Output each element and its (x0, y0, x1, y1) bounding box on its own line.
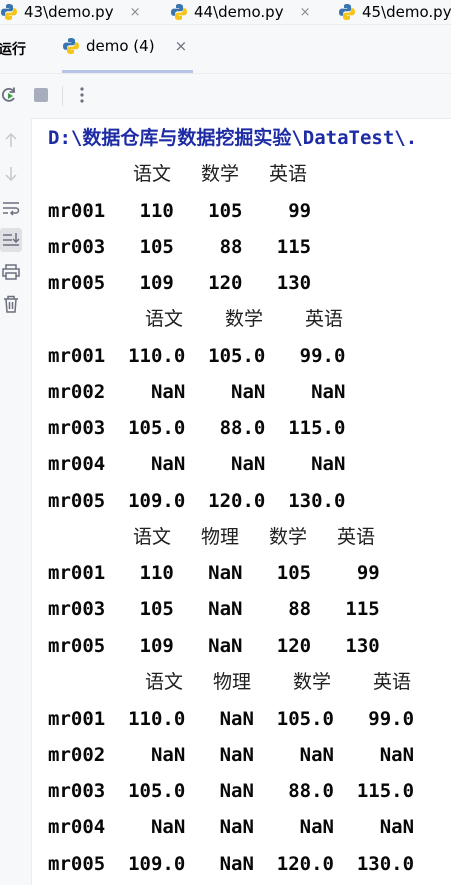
script-path-line: D:\数据仓库与数据挖掘实验\DataTest\. (48, 127, 418, 149)
python-file-icon (171, 4, 187, 20)
stop-button[interactable] (30, 84, 52, 106)
run-panel-title: 运行 (0, 42, 26, 58)
table-row: mr003 105.0 88.0 115.0 (48, 417, 346, 439)
more-options-button[interactable] (71, 84, 93, 106)
print-icon (2, 264, 20, 280)
table-row: mr001 110.0 105.0 99.0 (48, 345, 346, 367)
table-row: mr005 109 NaN 120 130 (48, 635, 380, 657)
column-header: 数学 (201, 163, 240, 185)
column-header: 数学 (293, 671, 332, 693)
table-row: mr004 NaN NaN NaN (48, 453, 346, 475)
column-header: 语文 (133, 163, 172, 185)
editor-tab-44[interactable]: 44\demo.py × (170, 0, 311, 24)
table-row: mr003 105 NaN 88 115 (48, 598, 380, 620)
table-row: mr001 110.0 NaN 105.0 99.0 (48, 708, 415, 730)
table-row: mr003 105.0 NaN 88.0 115.0 (48, 780, 415, 802)
table-row: mr001 110 105 99 (48, 200, 312, 222)
print-button[interactable] (0, 260, 22, 284)
python-file-icon (339, 4, 355, 20)
editor-tab-43[interactable]: 43\demo.py × (0, 0, 141, 24)
column-header: 物理 (213, 671, 252, 693)
editor-tab-label: 44\demo.py (194, 3, 284, 21)
run-tab-label: demo (4) (86, 37, 155, 55)
column-header: 英语 (305, 308, 344, 330)
column-header: 英语 (373, 671, 412, 693)
stop-icon (34, 88, 48, 102)
column-header: 数学 (225, 308, 264, 330)
rerun-button[interactable] (0, 84, 20, 106)
trash-icon (4, 295, 18, 313)
rerun-icon (2, 87, 15, 102)
more-vertical-icon (80, 87, 84, 103)
column-header: 数学 (269, 526, 308, 548)
table-row: mr002 NaN NaN NaN (48, 381, 346, 403)
close-icon[interactable]: × (300, 5, 311, 20)
python-file-icon (1, 4, 17, 20)
column-header: 语文 (145, 671, 184, 693)
column-header: 英语 (269, 163, 308, 185)
arrow-down-icon (5, 167, 17, 182)
clear-all-button[interactable] (0, 292, 22, 316)
editor-tab-45[interactable]: 45\demo.py (338, 0, 451, 24)
editor-tab-label: 43\demo.py (24, 3, 114, 21)
table-row: mr002 NaN NaN NaN NaN (48, 744, 415, 766)
column-header: 语文 (145, 308, 184, 330)
run-toolbar (0, 74, 451, 119)
table-row: mr005 109 120 130 (48, 272, 312, 294)
scroll-up-button[interactable] (0, 128, 22, 152)
table-row: mr001 110 NaN 105 99 (48, 562, 380, 584)
editor-tab-bar: 43\demo.py × 44\demo.py × 45\demo.py (0, 0, 451, 25)
column-header: 物理 (201, 526, 240, 548)
close-icon[interactable]: × (175, 37, 188, 55)
scroll-to-end-icon (3, 233, 20, 246)
column-header: 英语 (337, 526, 376, 548)
run-tab-demo[interactable]: demo (4) × (62, 37, 187, 55)
toolbar-divider (62, 86, 63, 106)
scroll-to-end-button[interactable] (0, 228, 22, 252)
python-file-icon (63, 38, 79, 54)
scroll-down-button[interactable] (0, 162, 22, 186)
table-row: mr003 105 88 115 (48, 236, 312, 258)
console-gutter (0, 118, 32, 885)
soft-wrap-icon (3, 202, 20, 216)
run-tab-underline (62, 70, 193, 73)
editor-tab-label: 45\demo.py (362, 3, 451, 21)
column-header: 语文 (133, 526, 172, 548)
table-row: mr005 109.0 NaN 120.0 130.0 (48, 853, 415, 875)
close-icon[interactable]: × (130, 5, 141, 20)
soft-wrap-button[interactable] (0, 196, 22, 220)
table-row: mr005 109.0 120.0 130.0 (48, 490, 346, 512)
arrow-up-icon (5, 132, 17, 147)
run-tool-window-header: 运行 demo (4) × (0, 25, 451, 74)
console-output[interactable]: D:\数据仓库与数据挖掘实验\DataTest\. 语文 数学 英语 mr001… (48, 118, 451, 885)
table-row: mr004 NaN NaN NaN NaN (48, 816, 415, 838)
